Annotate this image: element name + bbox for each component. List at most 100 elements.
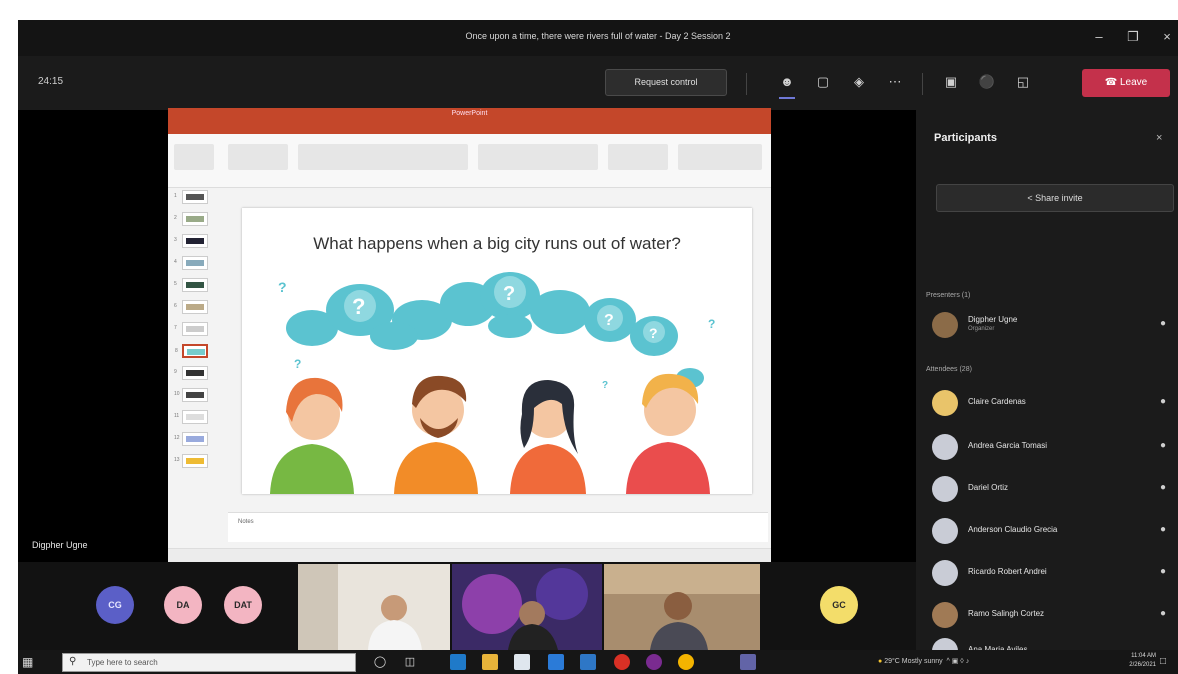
share-screen-icon[interactable]: ◱ bbox=[1012, 71, 1034, 93]
svg-text:?: ? bbox=[604, 312, 614, 329]
slide-thumbnail[interactable]: 10 bbox=[174, 388, 208, 402]
svg-text:?: ? bbox=[294, 357, 301, 371]
app-icon[interactable] bbox=[580, 654, 596, 670]
powerpoint-status-bar bbox=[168, 548, 771, 562]
video-feed-image bbox=[452, 564, 602, 650]
participant-avatar-tile[interactable]: GC bbox=[820, 586, 858, 624]
notifications-icon[interactable]: □ bbox=[1160, 654, 1172, 670]
attendees-heading[interactable]: Attendees (28) bbox=[926, 366, 972, 373]
taskbar-search-box[interactable]: ⚲ Type here to search bbox=[62, 653, 356, 672]
ribbon-drawing-group bbox=[608, 144, 668, 170]
app-icon[interactable] bbox=[646, 654, 662, 670]
microphone-muted-icon: ● bbox=[1159, 396, 1166, 407]
participant-name: Claire Cardenas bbox=[968, 397, 1026, 406]
ribbon-clipboard-group bbox=[174, 144, 214, 170]
minimize-icon[interactable]: – bbox=[1088, 26, 1110, 48]
notes-label: Notes bbox=[238, 519, 254, 525]
clock-date: 2/26/2021 bbox=[1129, 662, 1156, 668]
close-icon[interactable]: × bbox=[1156, 26, 1178, 48]
participant-video-tile[interactable] bbox=[604, 564, 760, 650]
slide-thumbnail[interactable]: 12 bbox=[174, 432, 208, 446]
powerpoint-ribbon bbox=[168, 134, 771, 188]
participants-icon[interactable]: ☻ bbox=[776, 71, 798, 99]
participant-row[interactable]: Ricardo Robert Andrei ● bbox=[932, 558, 1172, 592]
meeting-timer: 24:15 bbox=[38, 76, 64, 87]
slide-thumbnail[interactable]: 6 bbox=[174, 300, 208, 314]
share-invite-button[interactable]: < Share invite bbox=[936, 184, 1174, 212]
request-control-button[interactable]: Request control bbox=[605, 69, 727, 96]
slide-notes-area[interactable]: Notes bbox=[228, 512, 768, 542]
participant-name: Andrea Garcia Tomasi bbox=[968, 441, 1047, 450]
ribbon-editing-group bbox=[678, 144, 762, 170]
maximize-icon[interactable]: ❐ bbox=[1122, 26, 1144, 48]
slide-thumbnail[interactable]: 4 bbox=[174, 256, 208, 270]
participants-panel: Participants × < Share invite Presenters… bbox=[916, 110, 1178, 664]
leave-button[interactable]: ☎ Leave bbox=[1082, 69, 1170, 97]
participant-avatar-tile[interactable]: CG bbox=[96, 586, 134, 624]
participant-row[interactable]: Anderson Claudio Grecia ● bbox=[932, 516, 1172, 550]
participant-video-tile[interactable] bbox=[452, 564, 602, 650]
taskbar-clock[interactable]: 11:04 AM 2/26/2021 bbox=[1116, 652, 1156, 670]
toolbar-divider bbox=[922, 73, 923, 95]
slide-thumbnail[interactable]: 3 bbox=[174, 234, 208, 248]
file-explorer-icon[interactable] bbox=[482, 654, 498, 670]
participant-row[interactable]: Claire Cardenas ● bbox=[932, 388, 1172, 422]
slide-thumbnail[interactable]: 1 bbox=[174, 190, 208, 204]
person-2 bbox=[394, 375, 478, 494]
system-tray-icons[interactable]: ^ ▣ ◊ ♪ bbox=[945, 658, 970, 665]
slide-thumbnail-selected[interactable]: 8 bbox=[175, 344, 208, 358]
participant-row[interactable]: Andrea Garcia Tomasi ● bbox=[932, 432, 1172, 466]
participant-avatar-tile[interactable]: DA bbox=[164, 586, 202, 624]
close-panel-icon[interactable]: × bbox=[1156, 132, 1162, 144]
svg-text:?: ? bbox=[352, 294, 365, 319]
store-icon[interactable] bbox=[514, 654, 530, 670]
participant-row[interactable]: Ramo Salingh Cortez ● bbox=[932, 600, 1172, 634]
slide-thumbnail[interactable]: 13 bbox=[174, 454, 208, 468]
windows-start-icon[interactable]: ▦ bbox=[22, 655, 36, 669]
breakout-rooms-icon[interactable]: ◈ bbox=[848, 71, 870, 93]
clock-time: 11:04 AM bbox=[1131, 653, 1156, 659]
avatar bbox=[932, 560, 958, 586]
presenters-heading[interactable]: Presenters (1) bbox=[926, 292, 970, 299]
app-icon[interactable] bbox=[614, 654, 630, 670]
weather-tray[interactable]: ● 29°C Mostly sunny ^ ▣ ◊ ♪ bbox=[878, 657, 969, 665]
microphone-icon: ● bbox=[1159, 318, 1166, 329]
participant-avatar-tile[interactable]: DAT bbox=[224, 586, 262, 624]
svg-text:?: ? bbox=[602, 380, 608, 391]
teams-icon[interactable] bbox=[740, 654, 756, 670]
avatar bbox=[932, 476, 958, 502]
microphone-muted-icon: ● bbox=[1159, 440, 1166, 451]
participant-row[interactable]: Digpher Ugne Organizer ● bbox=[932, 310, 1172, 344]
participant-row[interactable]: Dariel Ortiz ● bbox=[932, 474, 1172, 508]
participants-title: Participants bbox=[934, 132, 997, 144]
video-gallery: CG DA DAT GC bbox=[18, 562, 916, 650]
camera-icon[interactable]: ▣ bbox=[940, 71, 962, 93]
mail-icon[interactable] bbox=[548, 654, 564, 670]
participant-name: Digpher Ugne bbox=[968, 315, 1018, 324]
slide-thumbnail[interactable]: 2 bbox=[174, 212, 208, 226]
avatar bbox=[932, 390, 958, 416]
svg-text:?: ? bbox=[278, 279, 287, 295]
microphone-muted-icon: ● bbox=[1159, 482, 1166, 493]
avatar bbox=[932, 518, 958, 544]
edge-browser-icon[interactable] bbox=[450, 654, 466, 670]
chrome-icon[interactable] bbox=[678, 654, 694, 670]
task-view-icon[interactable]: ◫ bbox=[402, 654, 418, 670]
thinking-people-illustration: ? ? ? ? ? ? ? ? bbox=[270, 272, 715, 494]
microphone-muted-icon: ● bbox=[1159, 524, 1166, 535]
slide-thumbnail[interactable]: 7 bbox=[174, 322, 208, 336]
more-actions-icon[interactable]: ⋯ bbox=[884, 71, 906, 93]
microphone-icon[interactable]: ⚫ bbox=[976, 71, 998, 93]
slide-thumbnail[interactable]: 11 bbox=[174, 410, 208, 424]
powerpoint-app-title: PowerPoint bbox=[451, 110, 488, 117]
svg-text:?: ? bbox=[503, 283, 515, 305]
windows-taskbar: ▦ ⚲ Type here to search ◯ ◫ ● 29°C Mostl… bbox=[18, 650, 1178, 674]
toolbar-divider bbox=[746, 73, 747, 95]
slide-thumbnail[interactable]: 5 bbox=[174, 278, 208, 292]
leave-label: Leave bbox=[1119, 77, 1148, 88]
slide-thumbnail[interactable]: 9 bbox=[174, 366, 208, 380]
cortana-icon[interactable]: ◯ bbox=[372, 654, 388, 670]
chat-icon[interactable]: ▢ bbox=[812, 71, 834, 93]
participant-video-tile[interactable] bbox=[298, 564, 450, 650]
video-feed-image bbox=[604, 564, 760, 650]
